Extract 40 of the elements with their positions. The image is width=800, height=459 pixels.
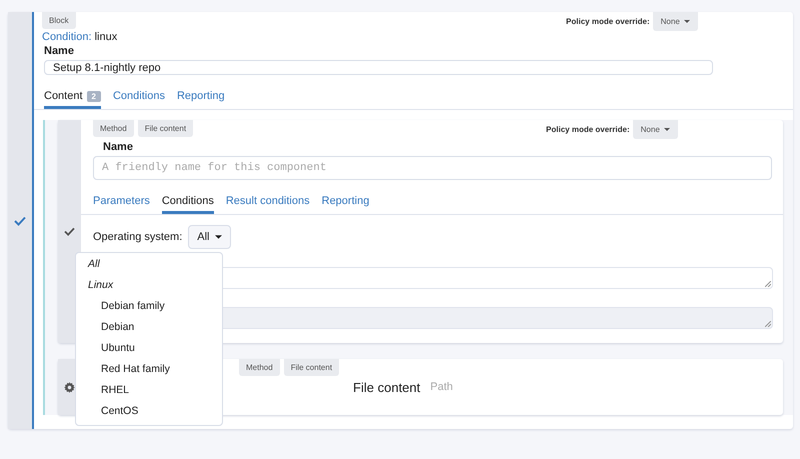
check-icon (14, 216, 26, 226)
menu-item[interactable]: Linux (76, 276, 222, 297)
condition-label: Condition: (42, 31, 92, 43)
tab[interactable]: Conditions (112, 85, 165, 109)
method-badge: File content (284, 359, 340, 376)
method-badge: Method (239, 359, 280, 376)
tab[interactable]: Conditions (162, 190, 214, 214)
method-title: File content (353, 380, 420, 394)
name-field[interactable]: Setup 8.1-nightly repo (44, 60, 713, 75)
component-name-field[interactable]: A friendly name for this component (93, 156, 772, 180)
condition-value: linux (94, 31, 118, 43)
menu-item[interactable]: All (76, 255, 222, 276)
menu-item[interactable]: CentOS (76, 402, 222, 423)
name-label: Name (102, 140, 134, 155)
menu-item[interactable]: Debian family (76, 297, 222, 318)
menu-item[interactable]: Red Hat family (76, 360, 222, 381)
tab[interactable]: Reporting (322, 190, 370, 214)
caret-icon (664, 128, 670, 132)
block-badge: Block (42, 12, 76, 29)
caret-icon (214, 235, 222, 240)
menu-item[interactable]: Debian (76, 318, 222, 339)
check-icon (64, 227, 75, 236)
path-label: Path (430, 381, 453, 393)
policy-mode-label: Policy mode override: (566, 17, 650, 26)
tab[interactable]: Content 2 (44, 85, 101, 109)
tab[interactable]: Parameters (93, 190, 150, 214)
policy-mode-dropdown[interactable]: None (652, 12, 698, 31)
tab[interactable]: Result conditions (226, 190, 310, 214)
method-badge: File content (138, 120, 194, 137)
name-label: Name (43, 44, 75, 59)
policy-mode-dropdown[interactable]: None (632, 120, 678, 139)
operating-system-label: Operating system: (93, 231, 182, 243)
caret-icon (684, 20, 690, 24)
operating-system-dropdown[interactable]: All (188, 225, 231, 249)
menu-item[interactable]: RHEL (76, 381, 222, 402)
resize-grip-icon[interactable] (765, 281, 771, 287)
tab[interactable]: Reporting (176, 85, 225, 109)
method-badge: Method (93, 120, 134, 137)
menu-item[interactable]: Ubuntu (76, 339, 222, 360)
policy-mode-label: Policy mode override: (546, 125, 630, 134)
